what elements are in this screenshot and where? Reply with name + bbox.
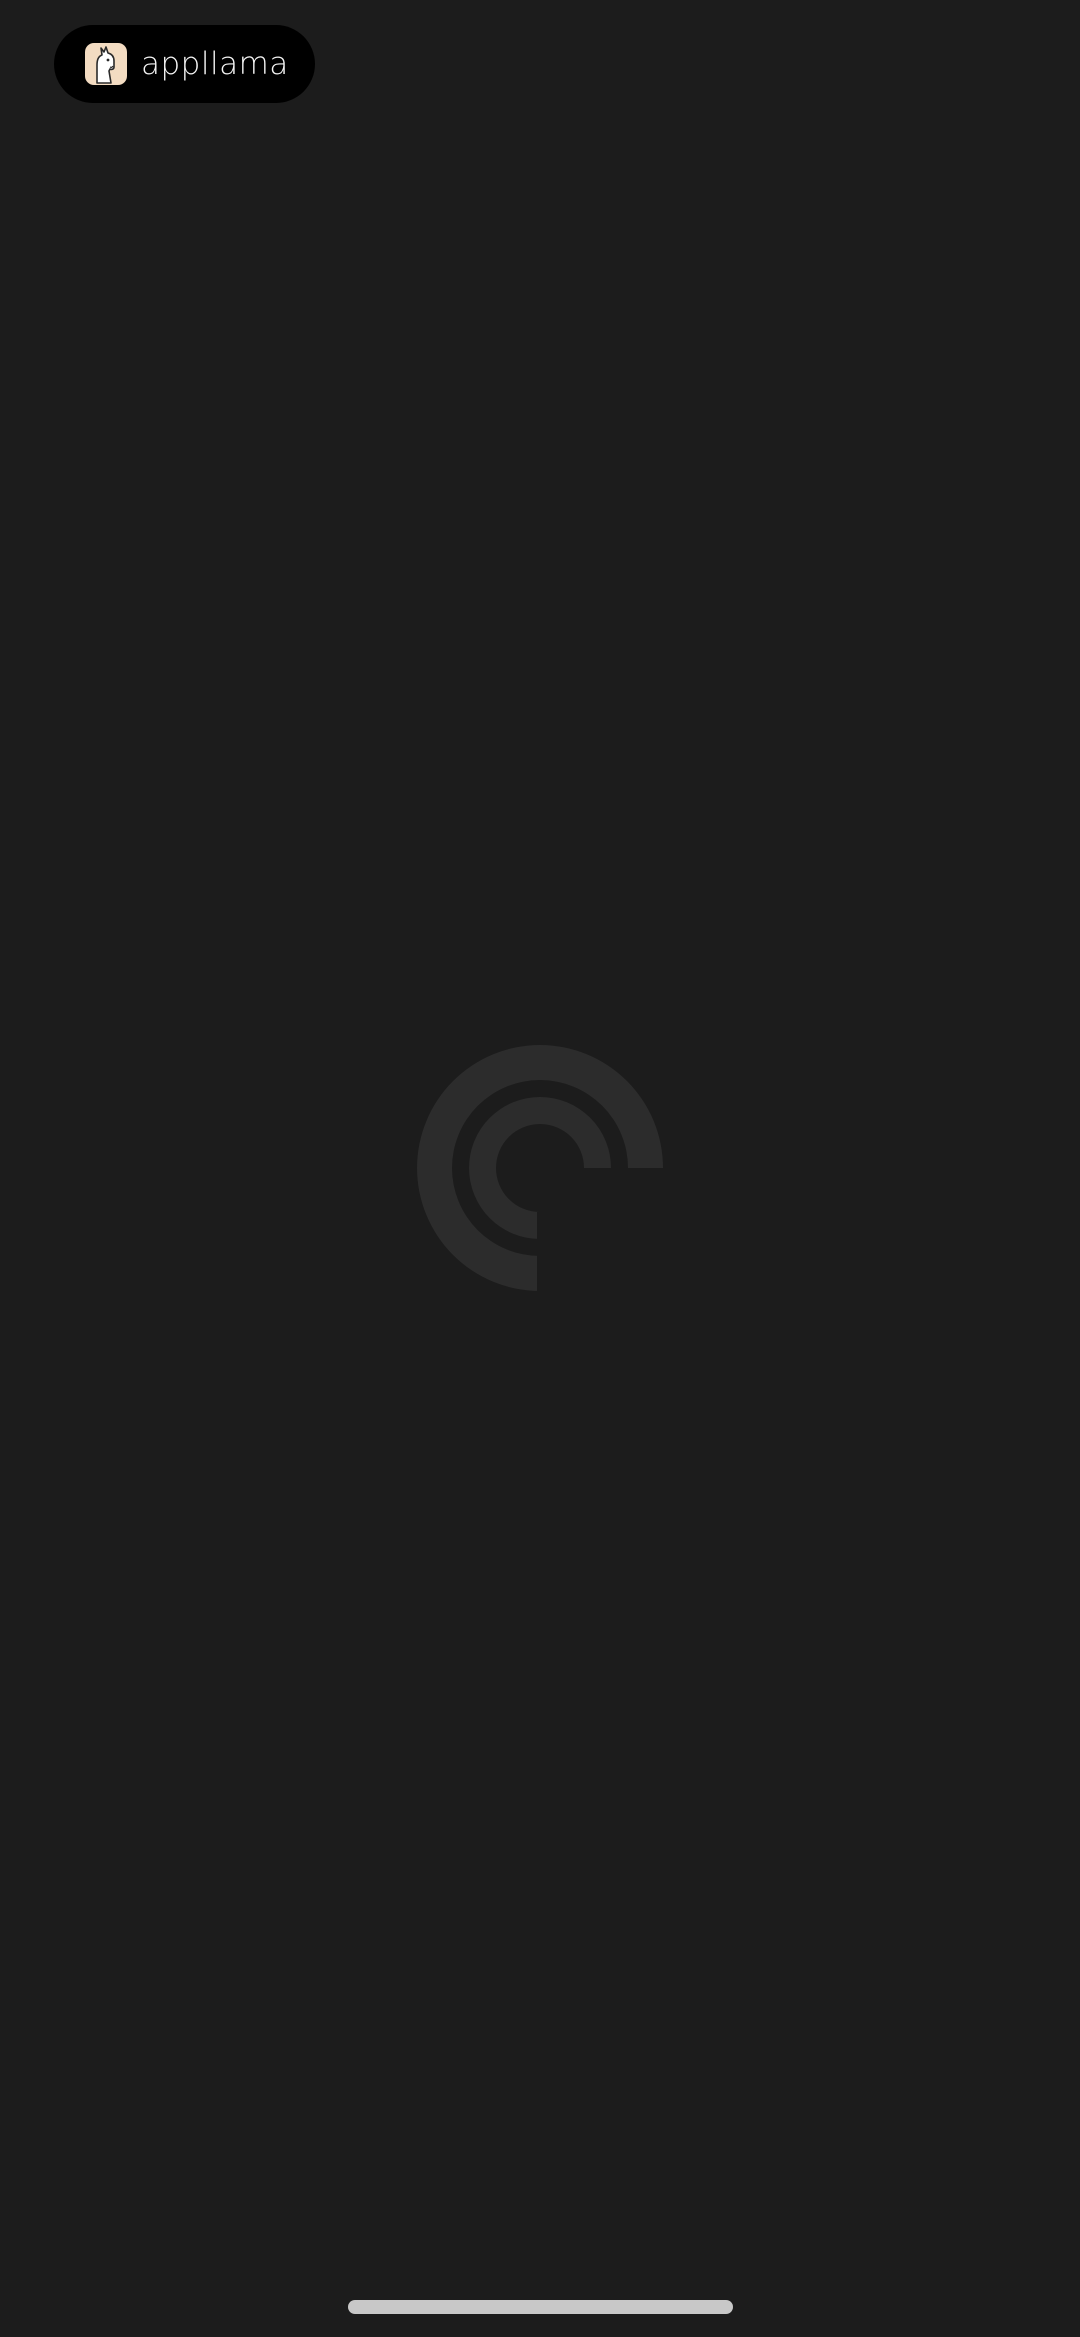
app-badge[interactable]: appllama: [54, 25, 315, 103]
home-indicator[interactable]: [348, 2300, 733, 2314]
loading-spinner-icon: [417, 1045, 663, 1291]
llama-icon: [85, 43, 127, 85]
app-name: appllama: [141, 46, 289, 82]
